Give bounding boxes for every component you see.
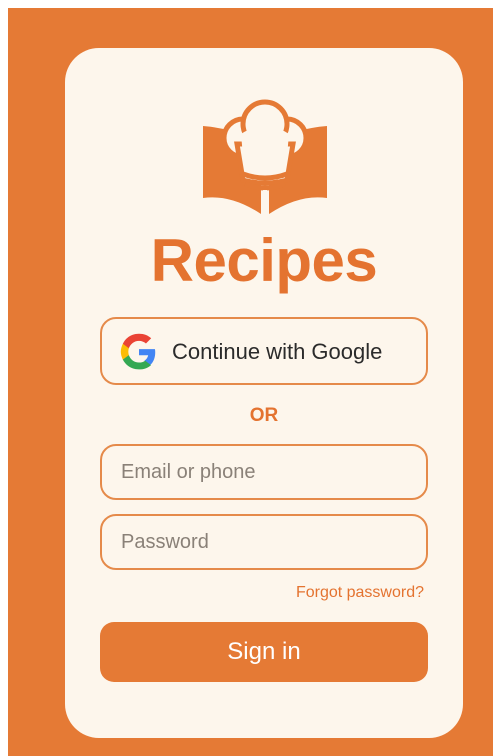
continue-with-google-button[interactable]: Continue with Google bbox=[100, 317, 428, 385]
chef-hat-book-icon bbox=[203, 99, 327, 215]
login-card: Recipes Continue with Google OR Forgot p… bbox=[65, 48, 463, 738]
sign-in-button[interactable]: Sign in bbox=[100, 622, 428, 682]
password-field[interactable] bbox=[100, 514, 428, 570]
google-g-icon bbox=[120, 333, 156, 370]
email-or-phone-field[interactable] bbox=[100, 444, 428, 500]
app-title: Recipes bbox=[150, 227, 378, 294]
or-divider: OR bbox=[249, 405, 279, 426]
app-background: Recipes Continue with Google OR Forgot p… bbox=[8, 8, 493, 756]
forgot-password-link[interactable]: Forgot password? bbox=[296, 583, 424, 603]
google-button-label: Continue with Google bbox=[172, 339, 383, 364]
